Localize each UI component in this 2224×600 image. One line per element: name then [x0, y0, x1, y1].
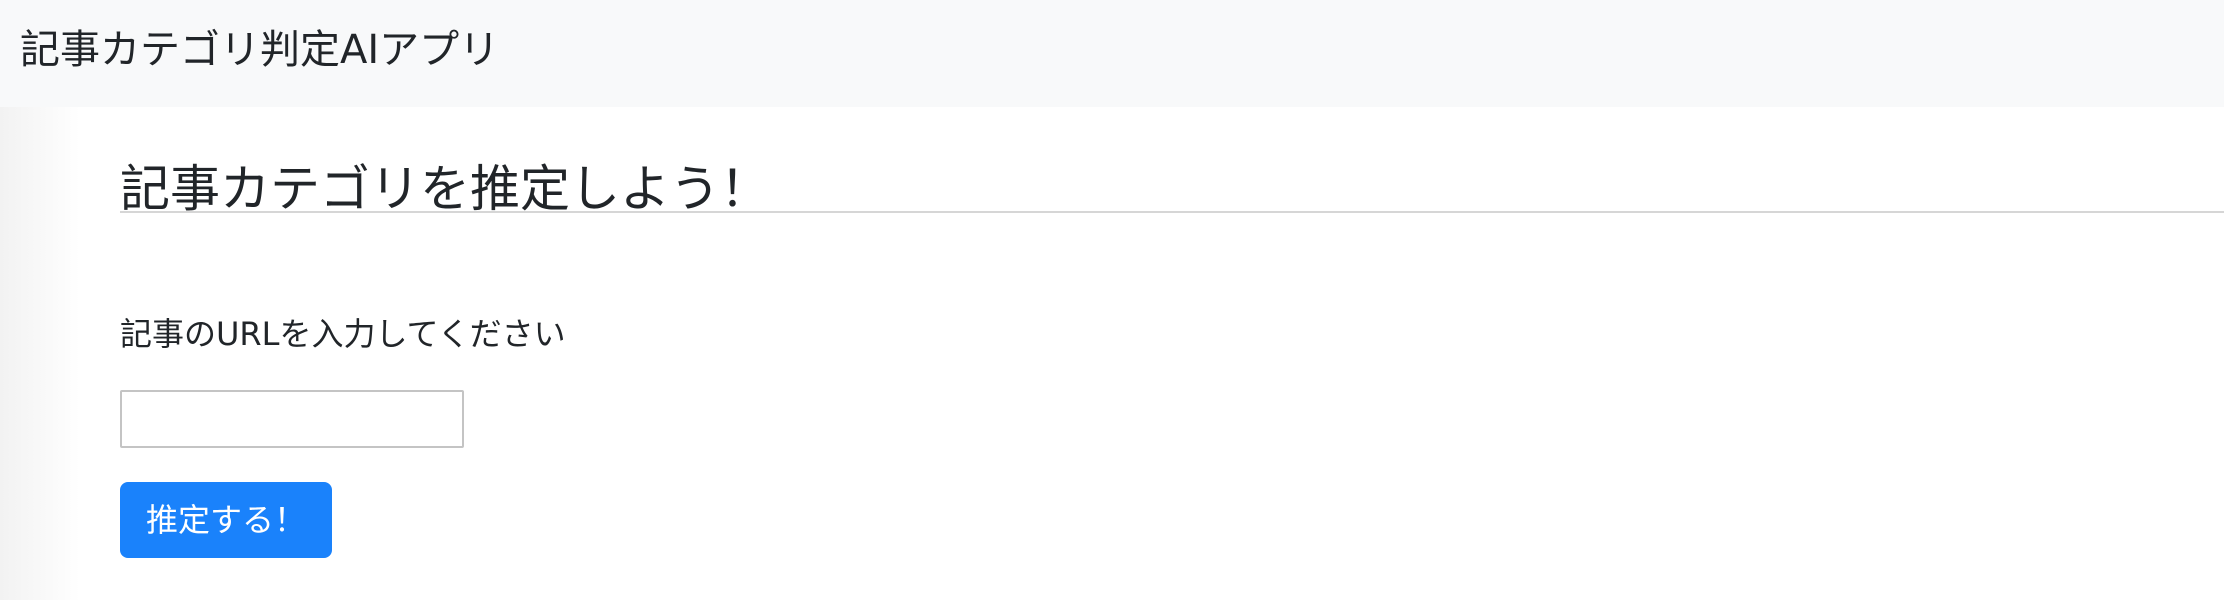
- url-input[interactable]: [120, 390, 464, 448]
- left-shade: [0, 107, 80, 600]
- main-content: 記事カテゴリを推定しよう！ 記事のURLを入力してください 推定する！: [120, 107, 2224, 600]
- title-divider: [120, 211, 2224, 213]
- navbar: 記事カテゴリ判定AIアプリ: [0, 0, 2224, 107]
- url-label: 記事のURLを入力してください: [120, 315, 566, 353]
- app-brand[interactable]: 記事カテゴリ判定AIアプリ: [20, 24, 499, 76]
- submit-button[interactable]: 推定する！: [120, 482, 332, 558]
